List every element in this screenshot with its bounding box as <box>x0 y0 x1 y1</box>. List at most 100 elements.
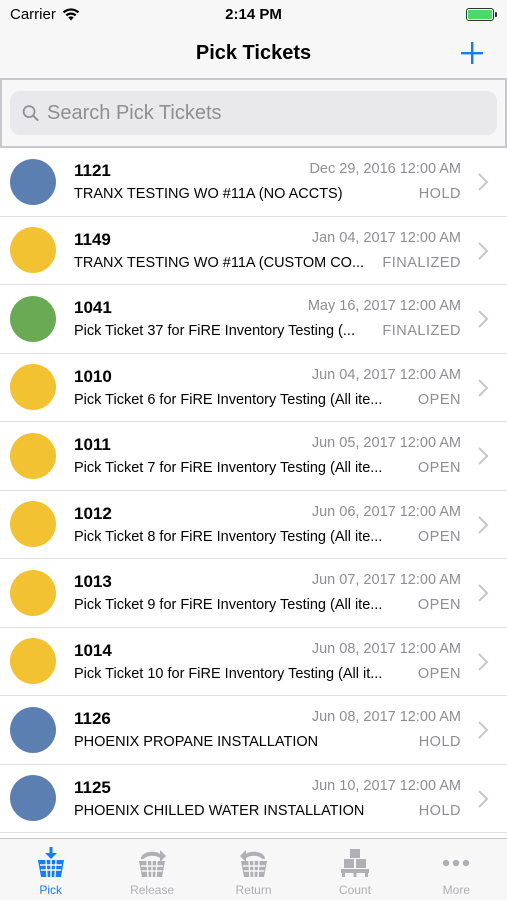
ticket-description: Pick Ticket 10 for FiRE Inventory Testin… <box>74 665 383 682</box>
tab-release[interactable]: Release <box>101 839 202 900</box>
status-dot-icon <box>10 501 56 548</box>
chevron-right-icon <box>478 447 489 465</box>
ticket-row-body: 1126 Jun 08, 2017 12:00 AM PHOENIX PROPANE… <box>74 696 461 764</box>
tab-pick[interactable]: Pick <box>0 839 101 900</box>
ticket-date: Jun 07, 2017 12:00 AM <box>311 572 461 588</box>
ticket-date: Jun 08, 2017 12:00 AM <box>311 709 461 725</box>
ticket-date: Jun 06, 2017 12:00 AM <box>311 503 461 520</box>
page-title: Pick Tickets <box>195 41 312 64</box>
ticket-row[interactable]: 1149 Jan 04, 2017 12:00 AM TRANX TESTING W… <box>0 217 507 285</box>
battery-icon <box>466 7 497 21</box>
ticket-row[interactable]: 1010 Jun 04, 2017 12:00 AM Pick Ticket 6 f… <box>0 354 507 422</box>
ticket-id: 1121 <box>74 161 111 180</box>
ticket-row[interactable]: 1125 Jun 10, 2017 12:00 AM PHOENIX CHILLED… <box>0 765 507 833</box>
status-dot-icon <box>10 569 56 616</box>
ticket-description: Pick Ticket 7 for FiRE Inventory Testing… <box>74 460 383 476</box>
tab-more[interactable]: More <box>406 839 507 900</box>
ticket-status: HOLD <box>418 802 461 819</box>
search-input[interactable] <box>47 101 485 125</box>
ticket-row-body: 1010 Jun 04, 2017 12:00 AM Pick Ticket 6 f… <box>74 354 461 422</box>
ticket-status: OPEN <box>417 528 461 545</box>
tab-count[interactable]: Count <box>304 839 405 900</box>
release-basket-icon <box>139 850 167 878</box>
ticket-row[interactable]: 1012 Jun 06, 2017 12:00 AM Pick Ticket 8 f… <box>0 491 507 559</box>
search-icon <box>22 105 39 122</box>
ticket-date: Jun 05, 2017 12:00 AM <box>311 435 461 451</box>
ticket-id: 1011 <box>74 435 111 454</box>
ticket-row[interactable]: 1011 Jun 05, 2017 12:00 AM Pick Ticket 7 f… <box>0 422 507 491</box>
chevron-right-icon <box>478 515 489 534</box>
ticket-row[interactable]: 1126 Jun 08, 2017 12:00 AM PHOENIX PROPANE… <box>0 696 507 765</box>
search-field[interactable] <box>10 91 497 135</box>
ticket-date: May 16, 2017 12:00 AM <box>307 298 461 314</box>
ticket-date: Jan 04, 2017 12:00 AM <box>311 229 461 246</box>
chevron-right-icon <box>478 378 489 397</box>
ticket-id: 1149 <box>74 229 111 249</box>
tab-return[interactable]: Return <box>203 839 304 900</box>
carrier-label: Carrier <box>10 5 56 23</box>
return-basket-icon <box>239 850 267 878</box>
ticket-status: FINALIZED <box>382 254 461 271</box>
status-left: Carrier <box>10 6 80 23</box>
ticket-description: TRANX TESTING WO #11A (NO ACCTS) <box>74 186 343 202</box>
ticket-description: Pick Ticket 8 for FiRE Inventory Testing… <box>74 528 383 545</box>
ticket-id: 1012 <box>74 503 112 523</box>
ticket-id: 1126 <box>74 709 111 728</box>
ticket-id: 1041 <box>74 298 112 317</box>
ticket-status: HOLD <box>418 186 461 202</box>
pick-ticket-list: 1121 Dec 29, 2016 12:00 AM TRANX TESTING W… <box>0 148 507 838</box>
ticket-row[interactable]: 1013 Jun 07, 2017 12:00 AM Pick Ticket 9 f… <box>0 559 507 628</box>
chevron-right-icon <box>478 721 489 739</box>
ticket-description: Pick Ticket 37 for FiRE Inventory Testin… <box>74 323 355 339</box>
status-dot-icon <box>10 158 56 205</box>
chevron-right-icon <box>478 310 489 328</box>
ticket-status: OPEN <box>417 460 461 476</box>
tab-label: Return <box>235 883 272 897</box>
add-ticket-button[interactable] <box>457 38 487 68</box>
more-dots-icon <box>443 859 470 867</box>
ticket-row-body: 1011 Jun 05, 2017 12:00 AM Pick Ticket 7 f… <box>74 422 461 490</box>
chevron-right-icon <box>478 241 489 260</box>
ticket-status: OPEN <box>417 665 461 682</box>
ticket-id: 1010 <box>74 366 112 386</box>
status-dot-icon <box>10 364 56 411</box>
ticket-row[interactable]: 1041 May 16, 2017 12:00 AM Pick Ticket 37 … <box>0 285 507 354</box>
chevron-right-icon <box>478 584 489 602</box>
search-bar <box>0 78 507 148</box>
status-dot-icon <box>10 638 56 685</box>
ticket-status: OPEN <box>417 597 461 613</box>
status-dot-icon <box>10 775 56 822</box>
ticket-status: FINALIZED <box>382 323 461 339</box>
chevron-right-icon <box>478 789 489 808</box>
ticket-row-body: 1121 Dec 29, 2016 12:00 AM TRANX TESTING W… <box>74 148 461 216</box>
ticket-date: Jun 10, 2017 12:00 AM <box>311 777 461 794</box>
ticket-description: Pick Ticket 9 for FiRE Inventory Testing… <box>74 597 383 613</box>
status-bar: Carrier 2:14 PM <box>0 0 507 28</box>
ticket-description: TRANX TESTING WO #11A (CUSTOM CO... <box>74 254 365 271</box>
ticket-row[interactable]: 1014 Jun 08, 2017 12:00 AM Pick Ticket 10 … <box>0 628 507 696</box>
ticket-row[interactable]: 1121 Dec 29, 2016 12:00 AM TRANX TESTING W… <box>0 148 507 217</box>
ticket-row-body: 1041 May 16, 2017 12:00 AM Pick Ticket 37 … <box>74 285 461 353</box>
status-dot-icon <box>10 706 56 753</box>
chevron-right-icon <box>478 652 489 671</box>
ticket-id: 1013 <box>74 572 112 591</box>
ticket-status: HOLD <box>418 734 461 750</box>
wifi-icon <box>62 7 80 20</box>
ticket-date: Jun 08, 2017 12:00 AM <box>311 640 461 657</box>
pick-basket-icon <box>37 847 64 878</box>
status-dot-icon <box>10 227 56 274</box>
ticket-id: 1014 <box>74 640 112 660</box>
status-dot-icon <box>10 432 56 479</box>
ticket-row-body: 1149 Jan 04, 2017 12:00 AM TRANX TESTING W… <box>74 217 461 285</box>
ticket-status: OPEN <box>417 391 461 408</box>
ticket-date: Jun 04, 2017 12:00 AM <box>311 366 461 383</box>
ticket-description: PHOENIX PROPANE INSTALLATION <box>74 734 319 750</box>
tab-label: More <box>442 883 470 897</box>
plus-icon <box>461 42 483 64</box>
chevron-right-icon <box>478 173 489 191</box>
ticket-row-body: 1125 Jun 10, 2017 12:00 AM PHOENIX CHILLED… <box>74 765 461 833</box>
ticket-row-body: 1014 Jun 08, 2017 12:00 AM Pick Ticket 10 … <box>74 628 461 696</box>
ticket-description: Pick Ticket 6 for FiRE Inventory Testing… <box>74 391 383 408</box>
count-boxes-icon <box>340 849 369 877</box>
tab-label: Pick <box>39 883 63 897</box>
